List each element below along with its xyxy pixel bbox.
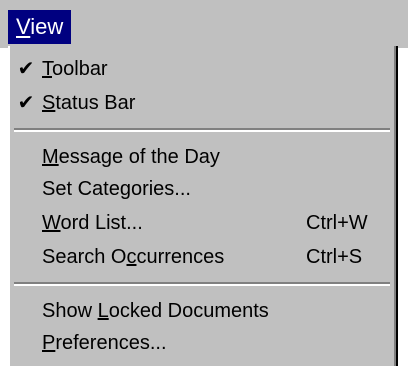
menu-item-word-list[interactable]: Word List... Ctrl+W (10, 206, 396, 240)
menu-separator (14, 128, 390, 132)
menu-item-shortcut: Ctrl+W (306, 212, 368, 234)
menu-item-show-locked-documents[interactable]: Show Locked Documents (10, 294, 396, 328)
menu-item-label: Word List... (42, 212, 143, 234)
menu-item-status-bar[interactable]: ✔ Status Bar (10, 86, 396, 120)
menu-item-search-occurrences[interactable]: Search Occurrences Ctrl+S (10, 240, 396, 274)
checkmark-icon: ✔ (17, 92, 35, 114)
menu-item-preferences[interactable]: Preferences... (10, 326, 396, 360)
menu-item-message-of-the-day[interactable]: Message of the Day (10, 140, 396, 174)
menu-item-label: Status Bar (42, 92, 136, 114)
menu-item-label: Message of the Day (42, 146, 220, 168)
menu-item-label: Search Occurrences (42, 246, 225, 268)
menu-item-set-categories[interactable]: Set Categories... (10, 172, 396, 206)
menu-item-label: Set Categories... (42, 178, 191, 200)
screen: View ✔ Toolbar ✔ Status Bar Message of t… (0, 0, 408, 366)
menu-separator (14, 282, 390, 286)
menu-bar: View (0, 0, 408, 48)
view-menu-title[interactable]: View (8, 10, 72, 44)
menu-item-toolbar[interactable]: ✔ Toolbar (10, 52, 396, 86)
view-dropdown-menu: ✔ Toolbar ✔ Status Bar Message of the Da… (8, 46, 398, 366)
menu-item-label: Show Locked Documents (42, 300, 269, 322)
menu-item-shortcut: Ctrl+S (306, 246, 363, 268)
menu-item-label: Preferences... (42, 332, 167, 354)
checkmark-icon: ✔ (17, 58, 35, 80)
menu-item-label: Toolbar (42, 58, 108, 80)
